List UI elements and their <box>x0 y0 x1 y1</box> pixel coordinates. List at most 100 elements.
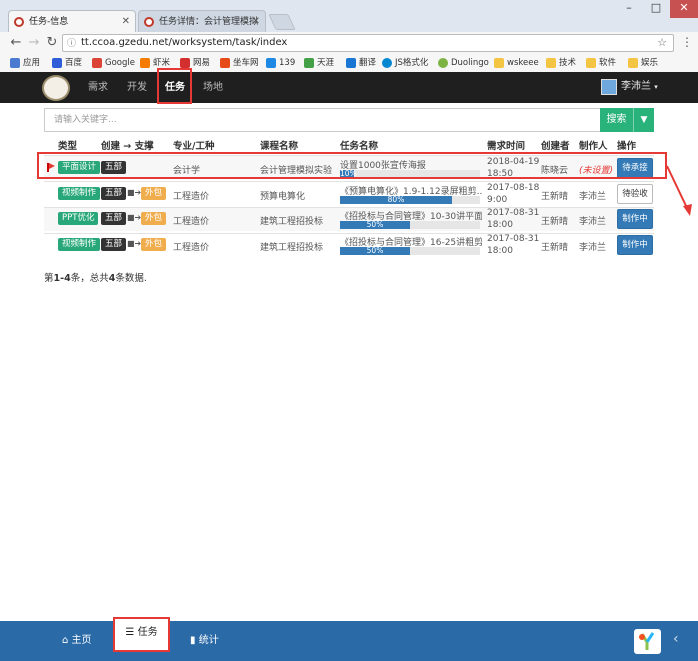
due-time: 18:00 <box>487 246 513 256</box>
bookmark-entertainment[interactable]: 娱乐 <box>628 57 658 69</box>
column-header-task: 任务名称 <box>340 141 379 152</box>
browser-tab-active[interactable]: 任务-信息 ✕ <box>8 10 136 32</box>
bookmark-tech[interactable]: 技术 <box>546 57 576 69</box>
column-header-creator: 创建者 <box>541 141 570 152</box>
bookmark-jsformat[interactable]: JS格式化 <box>382 57 428 69</box>
dept-badge: 五部 <box>101 238 127 251</box>
xiami-icon <box>140 58 150 68</box>
outsource-badge: 外包 <box>141 212 167 225</box>
folder-icon <box>494 58 504 68</box>
bookmark-google[interactable]: Google <box>92 57 135 69</box>
creator-cell: 王新晴 <box>541 192 569 202</box>
site-logo[interactable] <box>42 75 70 101</box>
due-time: 9:00 <box>487 195 508 205</box>
bookmark-tianya[interactable]: 天涯 <box>304 57 334 69</box>
bookmark-wskeee[interactable]: wskeee <box>494 57 539 69</box>
tianya-icon <box>304 58 314 68</box>
outsource-badge: 外包 <box>141 238 167 251</box>
in-progress-button[interactable]: 制作中 <box>617 235 653 255</box>
search-input[interactable]: 请输入关键字... <box>44 108 600 132</box>
major-cell: 工程造价 <box>173 243 210 253</box>
progress-fill: 80% <box>340 196 452 204</box>
progress-bar: 50% <box>340 221 480 229</box>
bottom-nav-task[interactable]: ☰ 任务 <box>113 617 170 652</box>
due-time: 18:00 <box>487 220 513 230</box>
pending-review-button[interactable]: 待验收 <box>617 184 653 204</box>
forward-arrow-icon[interactable]: → <box>26 35 42 51</box>
bookmark-baidu[interactable]: 百度 <box>52 57 82 69</box>
bookmark-star-icon[interactable]: ☆ <box>657 35 667 51</box>
yii-logo <box>634 629 661 654</box>
list-icon: ☰ <box>125 627 135 638</box>
bookmark-apps[interactable]: 应用 <box>10 57 40 69</box>
column-header-create-support: 创建 → 支撑 <box>101 141 154 152</box>
page-info-icon[interactable]: ⓘ <box>67 36 76 52</box>
avatar <box>601 79 617 95</box>
google-icon <box>92 58 102 68</box>
progress-bar: 80% <box>340 196 480 204</box>
creator-cell: 王新晴 <box>541 217 569 227</box>
pagination-summary: 第1-4条，总共4条数据. <box>44 273 147 284</box>
major-cell: 工程造价 <box>173 192 210 202</box>
due-date: 2017-08-18 <box>487 183 540 193</box>
nav-demand[interactable]: 需求 <box>88 72 108 103</box>
translate-icon <box>346 58 356 68</box>
reload-icon[interactable]: ↻ <box>44 35 60 51</box>
minimize-button[interactable]: – <box>616 0 642 18</box>
mail-139-icon <box>266 58 276 68</box>
browser-tab-title: 任务-信息 <box>29 17 69 27</box>
chevron-down-icon[interactable]: ▼ <box>633 108 654 132</box>
netease-icon <box>180 58 190 68</box>
progress-fill: 50% <box>340 221 410 229</box>
bottom-nav-stats[interactable]: ▮ 统计 <box>190 621 219 661</box>
dept-badge: 五部 <box>101 187 127 200</box>
bookmark-duolingo[interactable]: Duolingo <box>438 57 489 69</box>
column-header-action: 操作 <box>617 141 637 152</box>
close-window-button[interactable]: ✕ <box>670 0 698 18</box>
chevron-left-icon[interactable]: ‹ <box>673 631 679 647</box>
caret-down-icon: ▾ <box>654 83 658 91</box>
browser-chrome: 任务-信息 ✕ 任务详情：会计管理模拟 ✕ – □ ✕ ← → ↻ ⓘ tt.c… <box>0 0 698 72</box>
outsource-badge: 外包 <box>141 187 167 200</box>
bookmark-zuoche[interactable]: 坐车网 <box>220 57 259 69</box>
maximize-button[interactable]: □ <box>643 0 669 18</box>
course-cell: 建筑工程招投标 <box>260 243 324 253</box>
tab-close-icon[interactable]: ✕ <box>122 11 130 32</box>
tab-close-icon[interactable]: ✕ <box>252 11 260 32</box>
search-button[interactable]: 搜索 <box>600 108 633 132</box>
nav-venue[interactable]: 场地 <box>203 72 223 103</box>
js-format-icon <box>382 58 392 68</box>
course-cell: 建筑工程招投标 <box>260 217 324 227</box>
browser-toolbar: ← → ↻ ⓘ tt.ccoa.gzedu.net/worksystem/tas… <box>0 32 698 54</box>
user-name: 李沛兰 <box>621 81 651 92</box>
bookmark-software[interactable]: 软件 <box>586 57 616 69</box>
type-badge: 视频制作 <box>58 187 101 200</box>
highlight-box-row <box>37 152 667 179</box>
browser-tab-inactive[interactable]: 任务详情：会计管理模拟 ✕ <box>138 10 266 32</box>
nav-development[interactable]: 开发 <box>127 72 147 103</box>
bookmark-139[interactable]: 139 <box>266 57 295 69</box>
due-date: 2017-08-31 <box>487 208 540 218</box>
column-header-course: 课程名称 <box>260 141 299 152</box>
maker-cell: 李沛兰 <box>579 217 607 227</box>
due-date: 2017-08-31 <box>487 234 540 244</box>
bottom-nav-home[interactable]: ⌂ 主页 <box>62 621 92 661</box>
creator-cell: 王新晴 <box>541 243 569 253</box>
in-progress-button[interactable]: 制作中 <box>617 209 653 229</box>
highlight-box-nav <box>157 68 192 104</box>
maker-cell: 李沛兰 <box>579 192 607 202</box>
address-bar[interactable]: ⓘ tt.ccoa.gzedu.net/worksystem/task/inde… <box>62 34 674 52</box>
new-tab-button[interactable] <box>268 14 296 30</box>
browser-menu-icon[interactable]: ⋮ <box>681 35 693 49</box>
bookmarks-bar: 应用 百度 Google 虾米 网易 坐车网 139 天涯 翻译 JS格式化 D… <box>0 54 698 72</box>
site-favicon-icon <box>14 17 24 27</box>
major-cell: 工程造价 <box>173 217 210 227</box>
user-menu[interactable]: 李沛兰 ▾ <box>601 78 658 96</box>
bookmark-translate[interactable]: 翻译 <box>346 57 376 69</box>
back-arrow-icon[interactable]: ← <box>8 35 24 51</box>
folder-icon <box>586 58 596 68</box>
progress-fill: 50% <box>340 247 410 255</box>
arrow-right-icon: ■➔ <box>127 239 142 248</box>
home-icon: ⌂ <box>62 635 69 646</box>
browser-tab-title: 任务详情：会计管理模拟 <box>159 17 259 27</box>
